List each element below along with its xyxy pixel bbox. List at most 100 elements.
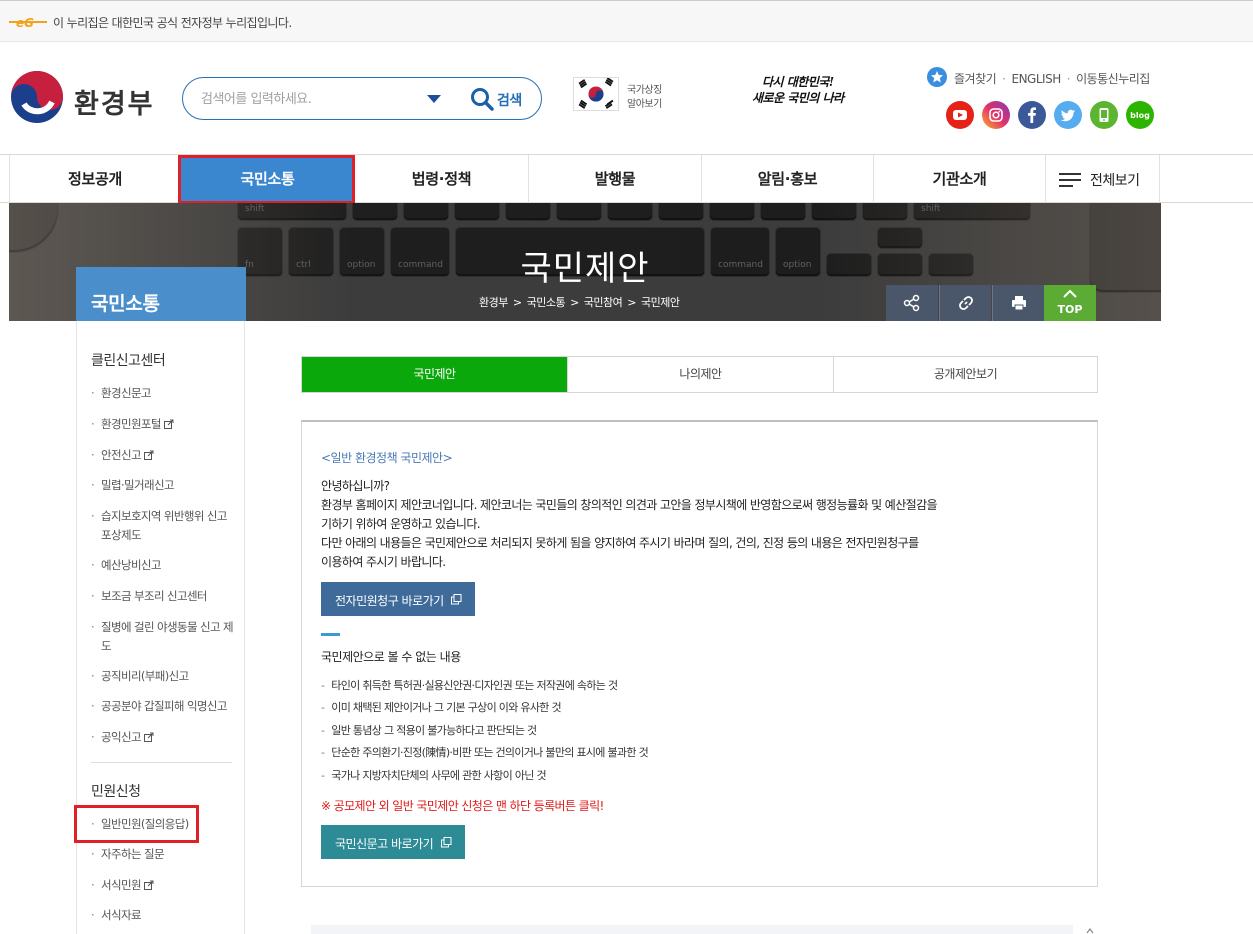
view-all-label: 전체보기 <box>1090 173 1140 189</box>
sidebar-section-civil-request[interactable]: 민원신청 <box>91 781 141 801</box>
egov-logo-icon: eG <box>9 16 47 30</box>
sidebar-item-env-report[interactable]: · 환경신문고 <box>91 384 236 403</box>
copy-link-button[interactable] <box>939 285 991 321</box>
intro-line-1: 환경부 홈페이지 제안코너입니다. 제안코너는 국민들의 창의적인 의견과 고안… <box>321 498 938 512</box>
e-civil-request-label: 전자민원청구 바로가기 <box>335 594 444 608</box>
proposal-info-box: <일반 환경정책 국민제안> 안녕하십니까? 환경부 홈페이지 제안코너입니다.… <box>301 420 1098 887</box>
print-icon <box>1012 296 1026 311</box>
search-button-label: 검색 <box>497 93 522 109</box>
section-accent-bar <box>321 633 340 636</box>
site-logo[interactable]: 환경부 <box>10 70 170 126</box>
new-window-icon <box>451 594 462 605</box>
logo-text: 환경부 <box>74 89 155 120</box>
sidebar-item-gapjil-report[interactable]: · 공공분야 갑질피해 익명신고 <box>91 697 236 716</box>
sidebar-item-env-civil-portal[interactable]: · 환경민원포털 <box>91 415 236 434</box>
warning-text: ※ 공모제안 외 일반 국민제안 신청은 맨 하단 등록버튼 클릭! <box>321 799 604 813</box>
bookmark-link[interactable]: 즐겨찾기 <box>954 72 997 86</box>
national-symbol-line2: 알아보기 <box>627 99 662 110</box>
breadcrumb: 환경부 > 국민소통 > 국민참여 > 국민제안 <box>479 296 680 309</box>
slogan-line2: 새로운 국민의 나라 <box>752 91 844 105</box>
instagram-icon[interactable] <box>982 101 1010 129</box>
util-separator: · <box>1002 72 1006 86</box>
scroll-top-button[interactable]: TOP <box>1044 285 1096 321</box>
sidebar-item-subsidy-report[interactable]: · 보조금 부조리 신고센터 <box>91 587 236 606</box>
tab-my-proposal[interactable]: 나의제안 <box>567 357 833 392</box>
breadcrumb-item[interactable]: 국민참여 <box>584 296 623 309</box>
taegukgi-flag-icon <box>573 77 619 111</box>
search-icon <box>471 88 494 111</box>
search-input[interactable] <box>201 89 421 109</box>
mobile-site-link[interactable]: 이동통신누리집 <box>1076 72 1150 86</box>
external-link-icon <box>143 880 154 890</box>
sidebar-item-wildlife-disease[interactable]: · 질병에 걸린 야생동물 신고 제도 <box>91 618 236 656</box>
youtube-icon[interactable] <box>946 101 974 129</box>
external-link-icon <box>143 450 154 460</box>
exclusion-item: - 타인이 취득한 특허권·실용신안권·디자인권 또는 저작권에 속하는 것 <box>321 679 618 692</box>
mobile-icon[interactable] <box>1090 101 1118 129</box>
exclusion-item: - 이미 채택된 제안이거나 그 기본 구상이 이와 유사한 것 <box>321 701 562 714</box>
facebook-icon[interactable] <box>1018 101 1046 129</box>
blog-icon[interactable]: blog <box>1126 101 1154 129</box>
slogan-line1: 다시 대한민국! <box>762 75 834 89</box>
svg-text:eG: eG <box>16 16 34 30</box>
next-section-panel <box>311 925 1073 934</box>
caret-up-icon <box>1086 928 1094 934</box>
sidebar-item-poaching-report[interactable]: · 밀렵·밀거래신고 <box>91 476 236 495</box>
gnb-item-law-policy[interactable]: 법령·정책 <box>354 155 528 203</box>
chevron-up-icon <box>1063 289 1077 298</box>
exclusion-item: - 일반 통념상 그 적용이 불가능하다고 판단되는 것 <box>321 724 537 737</box>
gnb-item-communication[interactable]: 국민소통 <box>180 155 354 203</box>
gnb-item-info[interactable]: 정보공개 <box>9 155 180 203</box>
english-link[interactable]: ENGLISH <box>1012 72 1062 86</box>
breadcrumb-item[interactable]: 환경부 <box>479 296 508 309</box>
twitter-icon[interactable] <box>1054 101 1082 129</box>
sidebar-menu: 클린신고센터 · 환경신문고 · 환경민원포털 · 안전신고 · 밀렵·밀거래신고 · 습… <box>76 321 245 934</box>
sidebar-item-form-docs[interactable]: · 서식자료 <box>91 906 236 925</box>
gov-notice-text: 이 누리집은 대한민국 공식 전자정부 누리집입니다. <box>53 16 292 30</box>
share-button[interactable] <box>886 285 938 321</box>
gov-notice-bar: eG 이 누리집은 대한민국 공식 전자정부 누리집입니다. <box>0 0 1253 42</box>
sidebar-item-general-civil[interactable]: · 일반민원(질의응답) <box>91 815 236 834</box>
tab-proposal[interactable]: 국민제안 <box>302 357 567 392</box>
national-symbol-line1: 국가상징 <box>627 85 662 96</box>
gnb-item-about[interactable]: 기관소개 <box>873 155 1045 203</box>
search-button[interactable]: 검색 <box>470 86 536 112</box>
sidebar-item-safety-report[interactable]: · 안전신고 <box>91 446 236 465</box>
link-icon <box>959 296 973 310</box>
greeting-text: 안녕하십니까? <box>321 479 390 493</box>
sinmungo-button[interactable]: 국민신문고 바로가기 <box>321 825 465 859</box>
sidebar-item-faq[interactable]: · 자주하는 질문 <box>91 845 236 864</box>
breadcrumb-item[interactable]: 국민소통 <box>527 296 566 309</box>
tab-public-proposals[interactable]: 공개제안보기 <box>833 357 1097 392</box>
sidebar-item-public-interest[interactable]: · 공익신고 <box>91 728 236 747</box>
gnb-item-publications[interactable]: 발행물 <box>528 155 701 203</box>
national-symbol-link[interactable]: 국가상징 알아보기 <box>573 77 673 115</box>
view-all-menu-button[interactable]: 전체보기 <box>1045 155 1160 203</box>
sidebar-item-form-civil[interactable]: · 서식민원 <box>91 876 236 895</box>
sidebar-section-clean-report[interactable]: 클린신고센터 <box>91 350 166 370</box>
bookmark-star-icon[interactable] <box>927 67 947 87</box>
sidebar-item-corruption-report[interactable]: · 공직비리(부패)신고 <box>91 667 236 686</box>
print-button[interactable] <box>992 285 1044 321</box>
svg-text:blog: blog <box>1130 111 1150 120</box>
taegeuk-logo-icon <box>11 71 63 123</box>
search-scope-dropdown-icon[interactable] <box>426 93 442 105</box>
e-civil-request-button[interactable]: 전자민원청구 바로가기 <box>321 582 475 616</box>
sidebar-title-text: 국민소통 <box>91 293 160 315</box>
sinmungo-label: 국민신문고 바로가기 <box>335 837 434 851</box>
gnb-item-news[interactable]: 알림·홍보 <box>701 155 873 203</box>
main-navigation: 정보공개 국민소통 법령·정책 발행물 알림·홍보 기관소개 전체보기 <box>0 154 1253 203</box>
sidebar-title: 국민소통 <box>76 267 246 321</box>
breadcrumb-item-current: 국민제안 <box>641 296 680 309</box>
exclusion-item: - 단순한 주의환기·진정(陳情)·비판 또는 건의이거나 불만의 표시에 불과한… <box>321 746 649 759</box>
sidebar-item-wetland-report[interactable]: · 습지보호지역 위반행위 신고 포상제도 <box>91 507 236 545</box>
sidebar-item-budget-waste[interactable]: · 예산낭비신고 <box>91 556 236 575</box>
intro-line-3: 다만 아래의 내용들은 국민제안으로 처리되지 못하게 됨을 양지하여 주시기 … <box>321 536 919 550</box>
external-link-icon <box>163 419 174 429</box>
government-slogan: 다시 대한민국! 새로운 국민의 나라 <box>752 74 852 118</box>
sidebar-divider <box>91 762 232 763</box>
search-box: 검색 <box>182 77 542 120</box>
external-link-icon <box>143 732 154 742</box>
new-window-icon <box>441 837 452 848</box>
exclusion-item: - 국가나 지방자치단체의 사무에 관한 사항이 아닌 것 <box>321 769 547 782</box>
